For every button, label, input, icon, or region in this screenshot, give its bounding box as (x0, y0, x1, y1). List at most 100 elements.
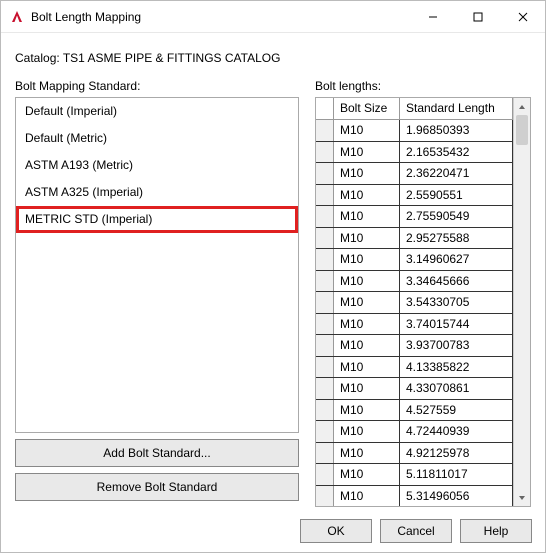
table-row[interactable]: M103.93700783 (316, 335, 513, 357)
cell-size[interactable]: M10 (334, 335, 400, 356)
cell-size[interactable]: M10 (334, 206, 400, 227)
cell-stdlen[interactable]: 2.5590551 (400, 185, 513, 206)
table-row[interactable]: M105.31496056 (316, 486, 513, 507)
row-header[interactable] (316, 292, 334, 313)
cell-stdlen[interactable]: 5.31496056 (400, 486, 513, 507)
cell-stdlen[interactable]: 1.96850393 (400, 120, 513, 141)
table-row[interactable]: M101.96850393 (316, 120, 513, 142)
cell-size[interactable]: M10 (334, 292, 400, 313)
row-header[interactable] (316, 163, 334, 184)
window-controls (410, 2, 545, 32)
scroll-down-button[interactable] (514, 489, 530, 506)
table-row[interactable]: M102.95275588 (316, 228, 513, 250)
column-header-size[interactable]: Bolt Size (334, 98, 400, 119)
cell-stdlen[interactable]: 3.34645666 (400, 271, 513, 292)
cell-stdlen[interactable]: 4.527559 (400, 400, 513, 421)
row-header-corner (316, 98, 334, 119)
cell-size[interactable]: M10 (334, 400, 400, 421)
table-row[interactable]: M102.5590551 (316, 185, 513, 207)
scroll-track[interactable] (514, 115, 530, 489)
close-button[interactable] (500, 2, 545, 32)
row-header[interactable] (316, 249, 334, 270)
cell-size[interactable]: M10 (334, 271, 400, 292)
cell-stdlen[interactable]: 2.16535432 (400, 142, 513, 163)
cell-size[interactable]: M10 (334, 228, 400, 249)
cell-size[interactable]: M10 (334, 249, 400, 270)
table-row[interactable]: M103.14960627 (316, 249, 513, 271)
lengths-table[interactable]: Bolt Size Standard Length M101.96850393M… (315, 97, 531, 507)
table-row[interactable]: M104.13385822 (316, 357, 513, 379)
scroll-up-button[interactable] (514, 98, 530, 115)
help-button[interactable]: Help (460, 519, 532, 543)
standards-label: Bolt Mapping Standard: (15, 79, 299, 93)
table-row[interactable]: M103.34645666 (316, 271, 513, 293)
cell-size[interactable]: M10 (334, 464, 400, 485)
ok-button[interactable]: OK (300, 519, 372, 543)
cell-size[interactable]: M10 (334, 163, 400, 184)
cell-size[interactable]: M10 (334, 421, 400, 442)
table-row[interactable]: M102.16535432 (316, 142, 513, 164)
table-row[interactable]: M105.11811017 (316, 464, 513, 486)
row-header[interactable] (316, 314, 334, 335)
row-header[interactable] (316, 464, 334, 485)
row-header[interactable] (316, 421, 334, 442)
table-row[interactable]: M104.527559 (316, 400, 513, 422)
catalog-label: Catalog: (15, 51, 60, 65)
cell-stdlen[interactable]: 4.13385822 (400, 357, 513, 378)
standards-item[interactable]: Default (Metric) (16, 125, 298, 152)
cell-stdlen[interactable]: 2.95275588 (400, 228, 513, 249)
cell-stdlen[interactable]: 2.75590549 (400, 206, 513, 227)
row-header[interactable] (316, 486, 334, 507)
maximize-button[interactable] (455, 2, 500, 32)
cell-stdlen[interactable]: 4.33070861 (400, 378, 513, 399)
minimize-button[interactable] (410, 2, 455, 32)
standards-item[interactable]: ASTM A325 (Imperial) (16, 179, 298, 206)
cell-stdlen[interactable]: 3.93700783 (400, 335, 513, 356)
standards-item[interactable]: Default (Imperial) (16, 98, 298, 125)
catalog-label-row: Catalog: TS1 ASME PIPE & FITTINGS CATALO… (15, 51, 531, 65)
cell-stdlen[interactable]: 3.14960627 (400, 249, 513, 270)
scroll-thumb[interactable] (516, 115, 528, 145)
cell-stdlen[interactable]: 3.74015744 (400, 314, 513, 335)
column-header-stdlen[interactable]: Standard Length (400, 98, 513, 119)
cell-size[interactable]: M10 (334, 142, 400, 163)
cell-size[interactable]: M10 (334, 486, 400, 507)
cell-size[interactable]: M10 (334, 314, 400, 335)
table-row[interactable]: M103.74015744 (316, 314, 513, 336)
cell-stdlen[interactable]: 4.72440939 (400, 421, 513, 442)
cell-stdlen[interactable]: 5.11811017 (400, 464, 513, 485)
standards-item[interactable]: ASTM A193 (Metric) (16, 152, 298, 179)
row-header[interactable] (316, 378, 334, 399)
cell-stdlen[interactable]: 3.54330705 (400, 292, 513, 313)
table-row[interactable]: M104.72440939 (316, 421, 513, 443)
vertical-scrollbar[interactable] (513, 98, 530, 506)
cancel-button[interactable]: Cancel (380, 519, 452, 543)
row-header[interactable] (316, 443, 334, 464)
cell-size[interactable]: M10 (334, 120, 400, 141)
row-header[interactable] (316, 142, 334, 163)
row-header[interactable] (316, 400, 334, 421)
cell-size[interactable]: M10 (334, 378, 400, 399)
row-header[interactable] (316, 185, 334, 206)
cell-stdlen[interactable]: 4.92125978 (400, 443, 513, 464)
cell-size[interactable]: M10 (334, 185, 400, 206)
table-row[interactable]: M103.54330705 (316, 292, 513, 314)
cell-size[interactable]: M10 (334, 357, 400, 378)
table-row[interactable]: M102.75590549 (316, 206, 513, 228)
standards-item[interactable]: METRIC STD (Imperial) (16, 206, 298, 233)
table-row[interactable]: M104.33070861 (316, 378, 513, 400)
row-header[interactable] (316, 120, 334, 141)
row-header[interactable] (316, 271, 334, 292)
cell-size[interactable]: M10 (334, 443, 400, 464)
table-row[interactable]: M104.92125978 (316, 443, 513, 465)
row-header[interactable] (316, 206, 334, 227)
cell-stdlen[interactable]: 2.36220471 (400, 163, 513, 184)
row-header[interactable] (316, 357, 334, 378)
add-bolt-standard-button[interactable]: Add Bolt Standard... (15, 439, 299, 467)
remove-bolt-standard-button[interactable]: Remove Bolt Standard (15, 473, 299, 501)
lengths-label: Bolt lengths: (315, 79, 531, 93)
standards-listbox[interactable]: Default (Imperial)Default (Metric)ASTM A… (15, 97, 299, 433)
row-header[interactable] (316, 228, 334, 249)
table-row[interactable]: M102.36220471 (316, 163, 513, 185)
row-header[interactable] (316, 335, 334, 356)
